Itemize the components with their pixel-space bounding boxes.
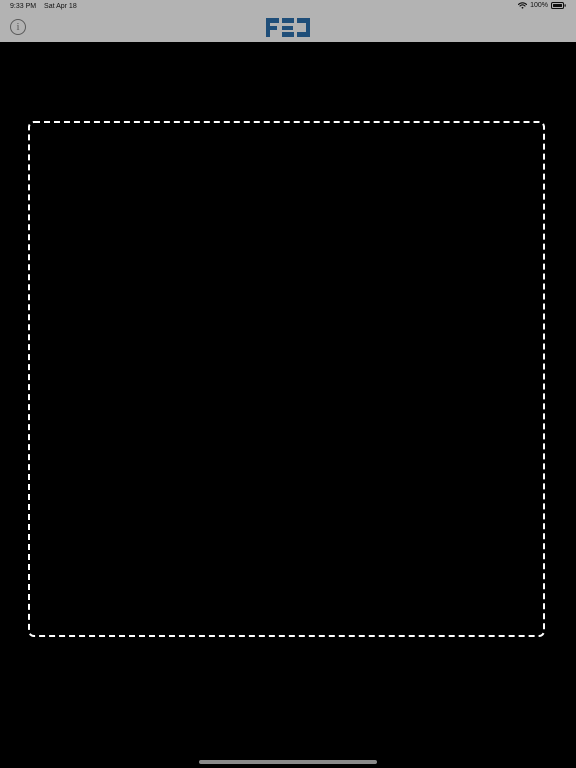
battery-full-icon [551,2,566,9]
battery-percent: 100% [530,2,548,9]
top-bar: 9:33 PM Sat Apr 18 100% i [0,0,576,42]
status-time-date: 9:33 PM Sat Apr 18 [10,3,77,10]
home-indicator[interactable] [199,760,377,764]
wifi-icon [518,2,528,9]
info-icon: i [16,21,20,33]
info-button[interactable]: i [10,19,26,35]
status-indicators: 100% [518,2,566,9]
app-screen: 9:33 PM Sat Apr 18 100% i [0,0,576,768]
capture-frame [28,121,545,637]
navigation-bar: i [0,14,576,42]
status-bar: 9:33 PM Sat Apr 18 100% [0,0,576,14]
status-date: Sat Apr 18 [44,3,77,10]
app-logo [266,18,310,37]
status-time: 9:33 PM [10,3,37,10]
